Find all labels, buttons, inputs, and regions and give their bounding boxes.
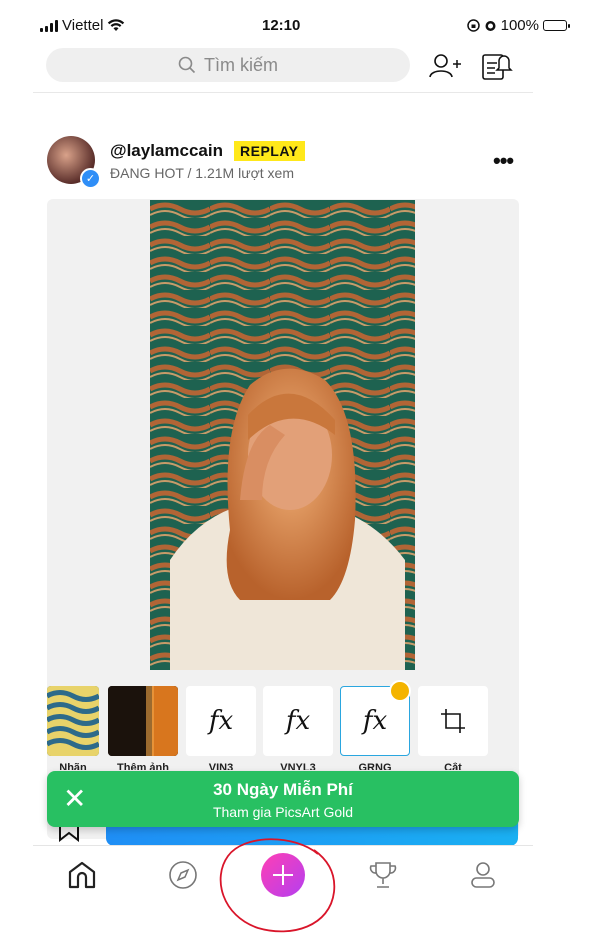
fx-vnyl3-tool[interactable]: fx bbox=[263, 686, 333, 756]
clock: 12:10 bbox=[262, 17, 301, 34]
crown-icon bbox=[389, 680, 411, 702]
search-input[interactable]: Tìm kiếm bbox=[46, 48, 410, 82]
search-icon bbox=[178, 56, 196, 74]
replay-badge: REPLAY bbox=[234, 141, 305, 161]
alarm-icon bbox=[485, 21, 496, 31]
search-placeholder: Tìm kiếm bbox=[204, 54, 278, 75]
tool-label: Thêm ảnh bbox=[117, 762, 169, 770]
battery-icon bbox=[543, 20, 570, 31]
profile-icon[interactable] bbox=[466, 858, 500, 892]
tool-label: VIN3 bbox=[208, 762, 234, 770]
crop-tool[interactable] bbox=[418, 686, 488, 756]
post-username[interactable]: @laylamccain bbox=[110, 141, 223, 161]
carrier-label: Viettel bbox=[62, 17, 104, 34]
post-meta: ĐANG HOT / 1.21M lượt xem bbox=[110, 165, 294, 181]
more-options-icon[interactable]: ••• bbox=[493, 148, 514, 174]
tool-label: Nhãn bbox=[59, 762, 87, 770]
fx-vin3-tool[interactable]: fx bbox=[186, 686, 256, 756]
sticker-tool-thumbnail[interactable] bbox=[47, 686, 99, 756]
orientation-lock-icon bbox=[466, 19, 480, 32]
crop-icon bbox=[441, 709, 465, 733]
banner-title: 30 Ngày Miễn Phí bbox=[213, 780, 353, 799]
add-friend-icon[interactable] bbox=[428, 52, 462, 80]
notifications-icon[interactable] bbox=[481, 50, 513, 82]
tool-label: GRNG bbox=[358, 762, 392, 770]
gold-trial-banner[interactable]: ✕ 30 Ngày Miễn Phí Tham gia PicsArt Gold bbox=[47, 771, 519, 827]
signal-icon bbox=[40, 19, 58, 32]
banner-subtitle: Tham gia PicsArt Gold bbox=[212, 804, 354, 820]
tool-label: VNYL3 bbox=[280, 762, 316, 770]
challenges-icon[interactable] bbox=[366, 858, 400, 892]
battery-percent: 100% bbox=[500, 17, 539, 34]
red-annotation-circle bbox=[219, 838, 336, 933]
status-bar: Viettel 12:10 100% bbox=[40, 14, 570, 40]
add-photo-tool-thumbnail[interactable] bbox=[108, 686, 178, 756]
fx-icon: fx bbox=[362, 706, 388, 736]
home-icon[interactable] bbox=[65, 858, 99, 892]
wifi-icon bbox=[108, 19, 125, 31]
fx-grng-tool[interactable]: fx bbox=[340, 680, 411, 756]
fx-icon: fx bbox=[208, 706, 234, 736]
explore-icon[interactable] bbox=[166, 858, 200, 892]
verified-icon: ✓ bbox=[80, 168, 101, 189]
header-divider bbox=[33, 92, 533, 93]
post-image[interactable] bbox=[150, 200, 415, 670]
tool-label: Cắt bbox=[444, 762, 462, 770]
fx-icon: fx bbox=[285, 706, 311, 736]
